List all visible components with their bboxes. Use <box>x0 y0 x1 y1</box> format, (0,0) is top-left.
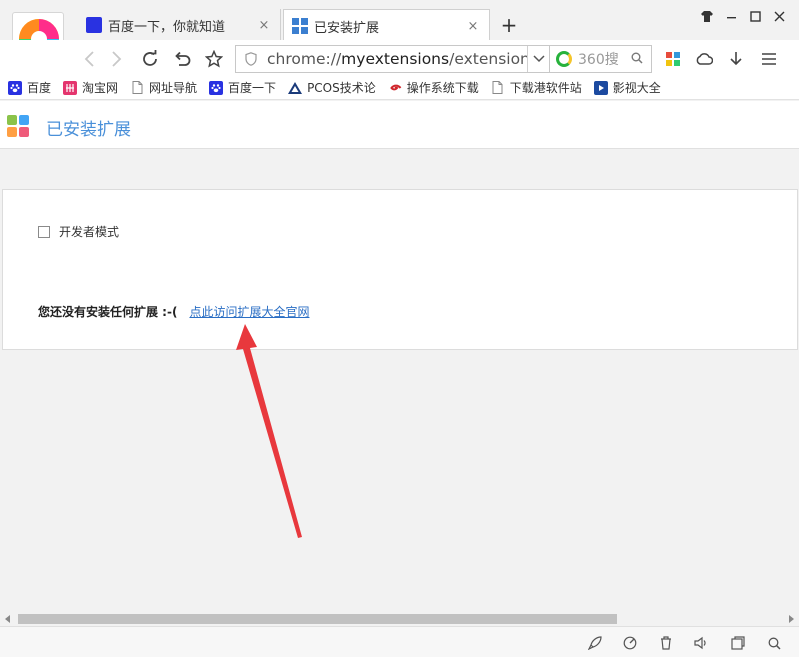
developer-mode-label: 开发者模式 <box>59 225 120 239</box>
search-engine-label: 360搜 <box>578 52 619 68</box>
url-text[interactable]: chrome://myextensions/extensions, <box>267 50 543 68</box>
page-icon <box>130 81 144 95</box>
bookmark-label: 百度 <box>27 81 52 95</box>
bookmark-label: 网址导航 <box>149 81 198 95</box>
minimize-icon[interactable] <box>719 6 743 26</box>
close-icon[interactable]: × <box>465 18 481 34</box>
pcos-icon <box>288 81 303 95</box>
bookmark-baidu-search[interactable]: 百度一下 <box>209 79 276 96</box>
baidu-paw-icon <box>8 80 22 95</box>
extensions-grid-icon <box>292 18 308 34</box>
volume-icon[interactable] <box>692 634 710 652</box>
undo-icon[interactable] <box>170 47 194 71</box>
developer-mode-toggle[interactable]: 开发者模式 <box>38 223 119 240</box>
bookmark-movies[interactable]: 影视大全 <box>593 79 661 96</box>
tab-label: 已安装扩展 <box>314 20 380 36</box>
navigation-bar: chrome://myextensions/extensions, 360搜 <box>0 40 799 76</box>
bookmark-os-download[interactable]: 操作系统下载 <box>388 79 479 96</box>
bookmark-xzg[interactable]: 下载港软件站 <box>491 79 582 96</box>
page-header: 已安装扩展 <box>0 101 799 149</box>
bookmark-label: 百度一下 <box>228 81 277 95</box>
shield-icon <box>239 47 263 71</box>
back-icon[interactable] <box>77 47 101 71</box>
scrollbar-thumb[interactable] <box>18 614 617 624</box>
tab-baidu[interactable]: 百度一下，你就知道 × <box>78 9 281 41</box>
tab-extensions[interactable]: 已安装扩展 × <box>283 9 490 42</box>
empty-state: 您还没有安装任何扩展 :-( 点此访问扩展大全官网 <box>38 303 309 320</box>
page-icon <box>491 81 505 95</box>
visit-extensions-link[interactable]: 点此访问扩展大全官网 <box>189 303 309 320</box>
bookmark-bar: 百度 淘宝网 网址导航 百度一下 PCOS技术论 操作系统下载 下载港软件站 影… <box>0 76 799 100</box>
bookmark-label: 淘宝网 <box>82 81 119 95</box>
search-icon[interactable] <box>631 52 643 67</box>
taobao-icon <box>63 80 78 95</box>
tab-label: 百度一下，你就知道 <box>108 19 226 35</box>
status-bar <box>0 626 799 657</box>
zoom-icon[interactable] <box>765 634 783 652</box>
scroll-left-icon[interactable] <box>2 612 14 626</box>
chevron-down-icon[interactable] <box>527 46 549 72</box>
annotation-arrow-icon <box>236 324 302 538</box>
star-icon[interactable] <box>202 47 226 71</box>
extensions-panel: 开发者模式 您还没有安装任何扩展 :-( 点此访问扩展大全官网 <box>2 189 798 350</box>
menu-icon[interactable] <box>757 47 781 71</box>
refresh-icon[interactable] <box>138 47 162 71</box>
speed-icon[interactable] <box>621 634 639 652</box>
baidu-paw-icon <box>209 80 224 95</box>
empty-state-text: 您还没有安装任何扩展 :-( <box>38 305 178 319</box>
rocket-icon[interactable] <box>586 634 604 652</box>
close-icon[interactable]: × <box>256 17 272 33</box>
maximize-icon[interactable] <box>743 6 767 26</box>
film-icon <box>593 80 608 95</box>
baidu-paw-icon <box>86 17 102 33</box>
search-box[interactable]: 360搜 <box>550 45 652 73</box>
bookmark-label: 操作系统下载 <box>406 81 479 95</box>
page-content: 已安装扩展 开发者模式 您还没有安装任何扩展 :-( 点此访问扩展大全官网 <box>0 101 799 609</box>
bookmark-label: 下载港软件站 <box>509 81 582 95</box>
horizontal-scrollbar[interactable] <box>0 612 799 626</box>
address-bar[interactable]: chrome://myextensions/extensions, <box>235 45 550 73</box>
forward-icon[interactable] <box>105 47 129 71</box>
developer-mode-checkbox[interactable] <box>38 225 50 238</box>
bookmark-taobao[interactable]: 淘宝网 <box>63 79 118 96</box>
new-tab-button[interactable]: + <box>498 13 520 37</box>
bookmark-nav[interactable]: 网址导航 <box>130 79 197 96</box>
cloud-icon[interactable] <box>692 47 716 71</box>
bookmark-pcos[interactable]: PCOS技术论 <box>288 79 376 96</box>
apps-grid-icon[interactable] <box>661 47 685 71</box>
bookmark-label: PCOS技术论 <box>307 81 376 95</box>
page-title: 已安装扩展 <box>46 120 131 140</box>
scroll-right-icon[interactable] <box>785 612 797 626</box>
spiral-icon <box>388 81 402 95</box>
skin-icon[interactable] <box>695 6 719 26</box>
trash-icon[interactable] <box>657 634 675 652</box>
download-icon[interactable] <box>724 47 748 71</box>
extensions-logo-icon <box>7 115 29 137</box>
bookmark-label: 影视大全 <box>612 81 661 95</box>
window-controls <box>695 6 791 26</box>
window-icon[interactable] <box>729 634 747 652</box>
360-search-icon <box>556 51 572 67</box>
bookmark-baidu[interactable]: 百度 <box>8 79 51 96</box>
close-window-icon[interactable] <box>767 6 791 26</box>
